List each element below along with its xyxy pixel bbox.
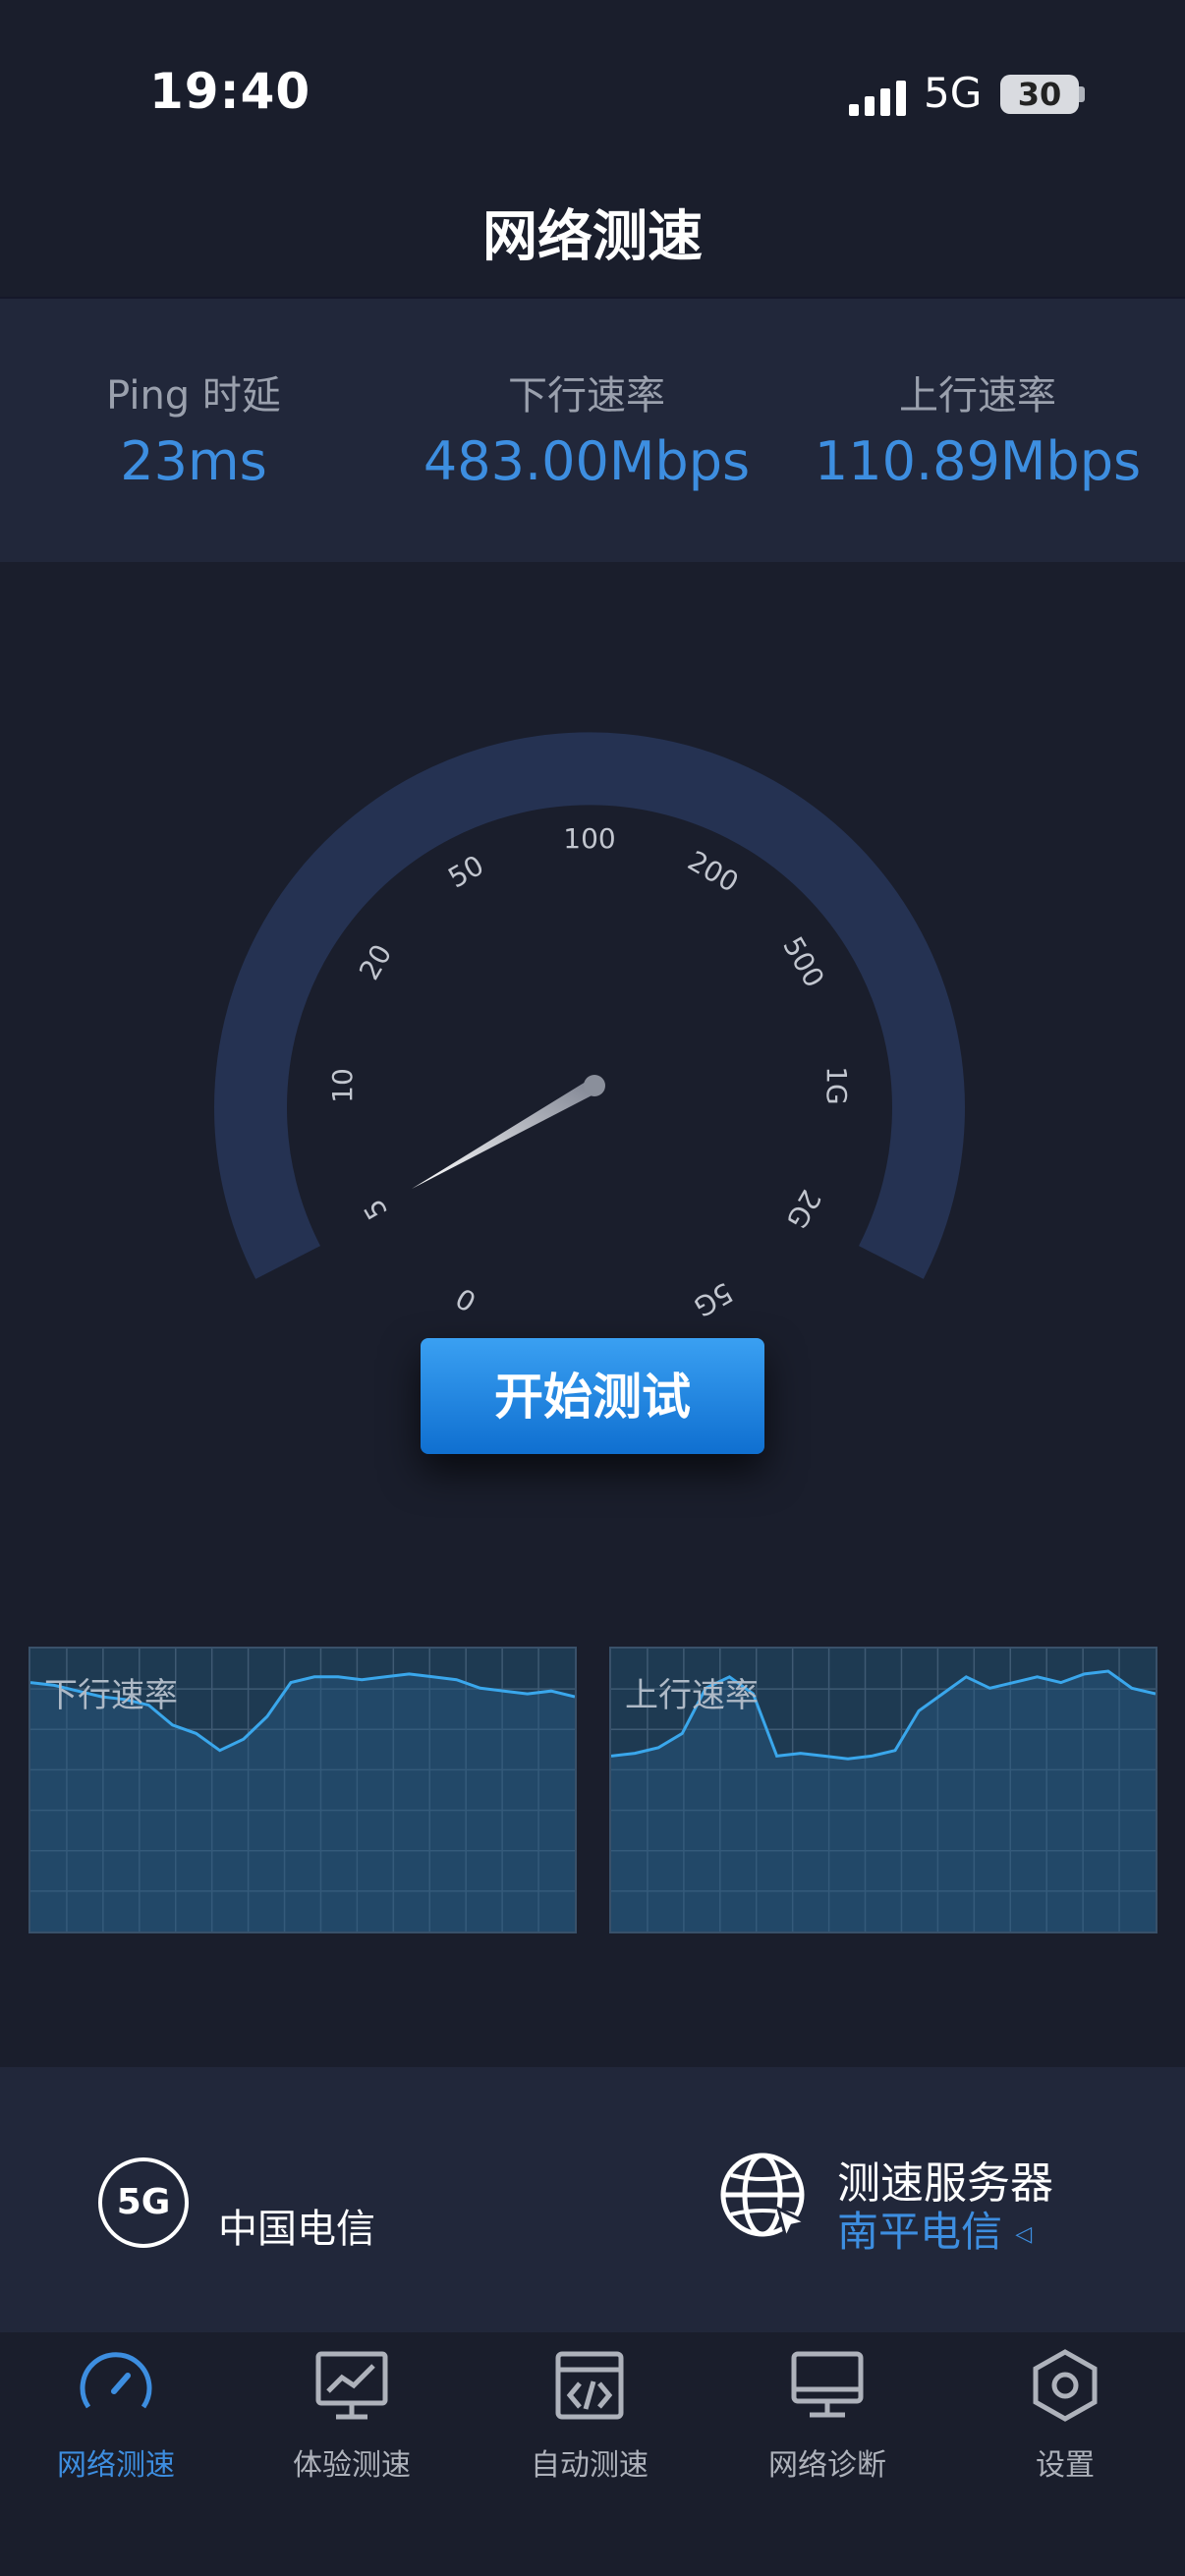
tab-label: 自动测速: [531, 2448, 649, 2483]
gauge-tick-label: 1G: [820, 1066, 853, 1105]
tab-network-diagnosis[interactable]: 网络诊断: [709, 2344, 945, 2484]
metric-label: Ping 时延: [106, 373, 281, 419]
metric-value: 110.89Mbps: [814, 430, 1142, 492]
tab-label: 设置: [1036, 2448, 1095, 2483]
gauge-icon: [80, 2352, 152, 2409]
metric-download: 下行速率 483.00Mbps: [390, 364, 783, 492]
upload-chart: 上行速率: [609, 1647, 1157, 1933]
gauge-tick-label: 10: [326, 1068, 359, 1103]
download-chart-label: 下行速率: [44, 1676, 178, 1715]
gauge-tick-label: 5: [357, 1194, 393, 1225]
code-window-icon: [555, 2351, 624, 2420]
metric-label: 上行速率: [899, 373, 1056, 419]
metric-value: 23ms: [120, 430, 267, 492]
status-time: 19:40: [149, 63, 311, 120]
metric-upload: 上行速率 110.89Mbps: [781, 364, 1174, 492]
gauge-tick-label: 20: [353, 939, 398, 985]
metric-ping: Ping 时延 23ms: [0, 364, 390, 492]
start-test-button[interactable]: 开始测试: [421, 1338, 764, 1454]
metric-value: 483.00Mbps: [423, 430, 751, 492]
battery-tip: [1079, 86, 1085, 102]
metrics-bar: Ping 时延 23ms 下行速率 483.00Mbps 上行速率 110.89…: [0, 299, 1185, 562]
gauge-needle-hub: [584, 1075, 605, 1096]
gauge-needle: [412, 1079, 599, 1189]
speed-gauge: 0 5 10 20 50 100 200 500 1G 2G 5G: [214, 732, 965, 1316]
gauge-tick-label: 2G: [780, 1184, 827, 1234]
tab-speed-test[interactable]: 网络测速: [0, 2344, 234, 2484]
upload-chart-label: 上行速率: [625, 1676, 759, 1715]
caret-left-icon: ◁: [1015, 2222, 1033, 2247]
battery-level: 30: [1017, 76, 1062, 113]
signal-icon: [849, 81, 906, 116]
network-type: 5G: [924, 69, 983, 117]
tab-auto-test[interactable]: 自动测速: [472, 2344, 707, 2484]
battery-icon: 30: [1000, 75, 1079, 114]
gauge-tick-label: 100: [563, 822, 615, 855]
hexagon-settings-icon: [1033, 2349, 1098, 2422]
server-select[interactable]: 南平电信 ◁: [837, 2199, 1032, 2259]
tab-label: 网络测速: [57, 2448, 175, 2483]
tab-experience-test[interactable]: 体验测速: [234, 2344, 470, 2484]
tab-settings[interactable]: 设置: [947, 2344, 1183, 2484]
chart-icon: [315, 2351, 388, 2420]
gauge-tick-label: 200: [682, 845, 744, 899]
globe-icon[interactable]: [717, 2150, 812, 2244]
page-title: 网络测速: [482, 205, 703, 269]
gauge-tick-label: 500: [776, 931, 830, 993]
download-chart: 下行速率: [28, 1647, 577, 1933]
server-name: 南平电信: [837, 2208, 1003, 2256]
carrier-name: 中国电信: [218, 2207, 375, 2252]
network-badge-icon: 5G: [98, 2157, 189, 2248]
monitor-icon: [791, 2351, 864, 2418]
gauge-tick-label: 0: [450, 1281, 481, 1316]
tab-label: 网络诊断: [768, 2448, 886, 2483]
metric-label: 下行速率: [508, 373, 665, 419]
tab-label: 体验测速: [293, 2448, 411, 2483]
gauge-tick-label: 5G: [688, 1276, 738, 1316]
gauge-tick-label: 50: [443, 849, 489, 894]
